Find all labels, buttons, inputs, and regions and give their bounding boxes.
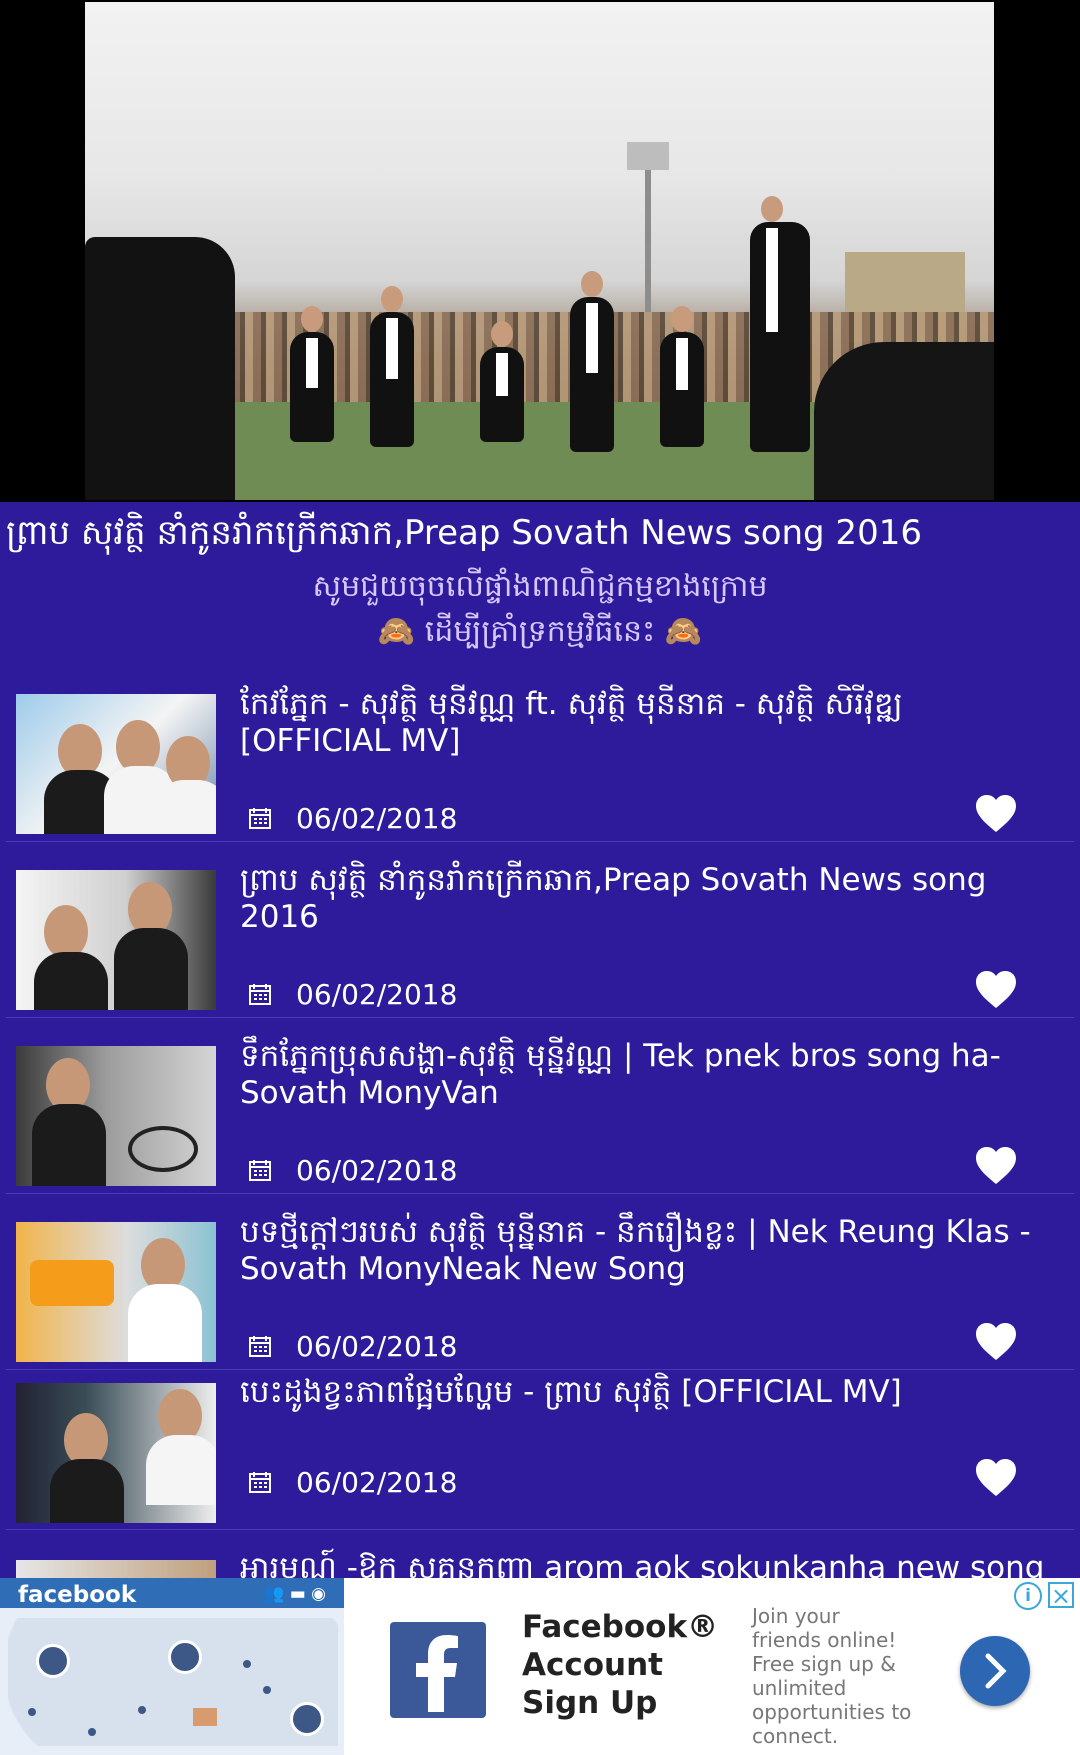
performer bbox=[370, 286, 414, 447]
video-player[interactable] bbox=[0, 0, 1080, 502]
ad-description: Join your friends online! Free sign up &… bbox=[752, 1604, 912, 1748]
date-text: 06/02/2018 bbox=[296, 802, 458, 835]
video-title[interactable]: បេះដូងខ្វះភាពផ្អែមល្ហែម - ព្រាប សុវត្ថិ … bbox=[240, 1374, 1060, 1411]
date-text: 06/02/2018 bbox=[296, 1330, 458, 1363]
current-video-title: ព្រាប សុវត្ថិ នាំកូនរាំកក្រើកឆាក,Preap S… bbox=[6, 513, 922, 553]
support-notice-line1: សូមជួយចុចលើផ្ទាំងពាណិជ្ជកម្មខាងក្រោម bbox=[312, 569, 768, 604]
favorite-heart-icon[interactable] bbox=[974, 970, 1018, 1010]
facebook-ad-banner[interactable]: facebook 👥 ▬ ◉ Facebook® Account Sign Up… bbox=[0, 1578, 1080, 1755]
video-thumbnail[interactable] bbox=[16, 694, 216, 834]
video-title[interactable]: កែវភ្នែក - សុវត្ថិ មុនីវណ្ណ ft. សុវត្ថិ … bbox=[240, 686, 1060, 760]
ad-close-icon[interactable]: × bbox=[1048, 1582, 1074, 1608]
support-notice: សូមជួយចុចលើផ្ទាំងពាណិជ្ជកម្មខាងក្រោម 🙈 ដ… bbox=[0, 564, 1080, 654]
camera-equipment bbox=[814, 342, 994, 500]
facebook-wordmark: facebook bbox=[18, 1582, 137, 1608]
video-thumbnail[interactable] bbox=[16, 1046, 216, 1186]
video-title[interactable]: បទថ្មីក្តៅៗរបស់ សុវត្ថិ មុន្នីនាគ - នឹករ… bbox=[240, 1214, 1060, 1288]
performer bbox=[570, 271, 614, 452]
performer bbox=[660, 306, 704, 447]
performer bbox=[480, 321, 524, 442]
favorite-heart-icon[interactable] bbox=[974, 794, 1018, 834]
calendar-icon bbox=[249, 808, 271, 829]
stadium-light-tower bbox=[627, 142, 669, 322]
date-text: 06/02/2018 bbox=[296, 978, 458, 1011]
facebook-toolbar-icons: 👥 ▬ ◉ bbox=[263, 1584, 326, 1604]
ad-image[interactable]: facebook 👥 ▬ ◉ bbox=[0, 1578, 344, 1755]
calendar-icon bbox=[249, 984, 271, 1005]
playlist-item[interactable]: អារម្មណ៍ -ឱក សុគន្ធកញ្ញា arom aok sokunk… bbox=[6, 1530, 1074, 1578]
ad-open-button[interactable] bbox=[960, 1636, 1030, 1706]
ad-info-icon[interactable]: i bbox=[1014, 1582, 1042, 1610]
playlist-item[interactable]: កែវភ្នែក - សុវត្ថិ មុនីវណ្ណ ft. សុវត្ថិ … bbox=[6, 666, 1074, 842]
favorite-heart-icon[interactable] bbox=[974, 1146, 1018, 1186]
playlist-item[interactable]: បទថ្មីក្តៅៗរបស់ សុវត្ថិ មុន្នីនាគ - នឹករ… bbox=[6, 1194, 1074, 1370]
ad-title[interactable]: Facebook® Account Sign Up bbox=[522, 1608, 732, 1722]
playlist-item[interactable]: បេះដូងខ្វះភាពផ្អែមល្ហែម - ព្រាប សុវត្ថិ … bbox=[6, 1370, 1074, 1530]
favorite-heart-icon[interactable] bbox=[974, 1322, 1018, 1362]
video-title[interactable]: អារម្មណ៍ -ឱក សុគន្ធកញ្ញា arom aok sokunk… bbox=[240, 1550, 1060, 1578]
profile-photo-icon bbox=[193, 1708, 217, 1726]
video-thumbnail[interactable] bbox=[16, 1222, 216, 1362]
video-title[interactable]: ទឹកភ្នែកប្រុសសង្ហា-សុវត្ថិ មុន្នីវណ្ណ | … bbox=[240, 1038, 1060, 1112]
performer bbox=[750, 196, 810, 452]
video-playlist: កែវភ្នែក - សុវត្ថិ មុនីវណ្ណ ft. សុវត្ថិ … bbox=[6, 666, 1074, 1578]
video-frame[interactable] bbox=[85, 2, 994, 500]
world-map bbox=[8, 1618, 338, 1746]
camera-equipment bbox=[85, 237, 235, 500]
support-notice-line2: 🙈 ដើម្បីគ្រាំទ្រកម្មវិធីនេះ 🙈 bbox=[377, 614, 703, 649]
chevron-right-icon bbox=[985, 1653, 1007, 1689]
date-text: 06/02/2018 bbox=[296, 1154, 458, 1187]
calendar-icon bbox=[249, 1160, 271, 1181]
calendar-icon bbox=[249, 1472, 271, 1493]
playlist-item[interactable]: ព្រាប សុវត្ថិ នាំកូនរាំកក្រើកឆាក,Preap S… bbox=[6, 842, 1074, 1018]
video-title[interactable]: ព្រាប សុវត្ថិ នាំកូនរាំកក្រើកឆាក,Preap S… bbox=[240, 862, 1060, 936]
performer bbox=[290, 306, 334, 442]
date-text: 06/02/2018 bbox=[296, 1466, 458, 1499]
video-thumbnail[interactable] bbox=[16, 1560, 216, 1578]
playlist-item[interactable]: ទឹកភ្នែកប្រុសសង្ហា-សុវត្ថិ មុន្នីវណ្ណ | … bbox=[6, 1018, 1074, 1194]
facebook-logo-icon bbox=[390, 1622, 486, 1718]
video-thumbnail[interactable] bbox=[16, 1383, 216, 1523]
video-thumbnail[interactable] bbox=[16, 870, 216, 1010]
favorite-heart-icon[interactable] bbox=[974, 1458, 1018, 1498]
calendar-icon bbox=[249, 1336, 271, 1357]
